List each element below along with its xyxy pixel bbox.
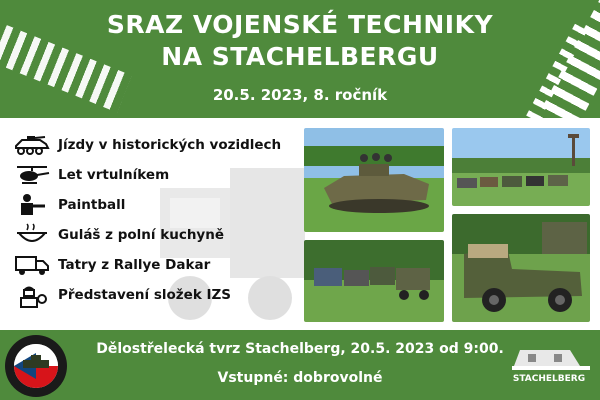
feature-item: Guláš z polní kuchyně [10, 220, 300, 250]
feature-label: Tatry z Rallye Dakar [58, 257, 211, 273]
event-date: 20.5. 2023, 8. ročník [212, 86, 388, 104]
feature-label: Paintball [58, 197, 126, 213]
feature-item: Tatry z Rallye Dakar [10, 250, 300, 280]
photo-military-jeep [452, 214, 590, 322]
feature-label: Guláš z polní kuchyně [58, 227, 224, 243]
feature-label: Let vrtulníkem [58, 167, 170, 183]
admission-info: Vstupné: dobrovolné [217, 370, 383, 386]
helicopter-icon [10, 162, 54, 188]
goulash-pot-icon [10, 222, 54, 248]
event-title-line2: NA STACHELBERGU [161, 42, 439, 71]
feature-list: Jízdy v historických vozidlech Let vrtul… [10, 130, 300, 310]
firefighter-icon [10, 282, 54, 308]
photo-tatra-trucks [304, 240, 444, 322]
feature-item: Paintball [10, 190, 300, 220]
photo-armored-vehicle-ride [304, 128, 444, 232]
truck-icon [10, 252, 54, 278]
content-area: Jízdy v historických vozidlech Let vrtul… [0, 118, 600, 330]
feature-item: Představení složek IZS [10, 280, 300, 310]
fort-name-label: STACHELBERG [512, 374, 586, 384]
armored-vehicle-icon [10, 132, 54, 158]
header-banner: SRAZ VOJENSKÉ TECHNIKY NA STACHELBERGU 2… [0, 0, 600, 118]
feature-label: Jízdy v historických vozidlech [58, 137, 282, 153]
paintball-player-icon [10, 192, 54, 218]
event-title-line1: SRAZ VOJENSKÉ TECHNIKY [106, 10, 494, 39]
club-logo-badge [5, 335, 67, 397]
feature-item: Let vrtulníkem [10, 160, 300, 190]
feature-item: Jízdy v historických vozidlech [10, 130, 300, 160]
venue-and-time: Dělostřelecká tvrz Stachelberg, 20.5. 20… [96, 341, 504, 357]
feature-label: Představení složek IZS [58, 287, 232, 303]
stachelberg-fort-logo [512, 350, 590, 370]
photo-vehicle-lineup-tower [452, 128, 590, 206]
